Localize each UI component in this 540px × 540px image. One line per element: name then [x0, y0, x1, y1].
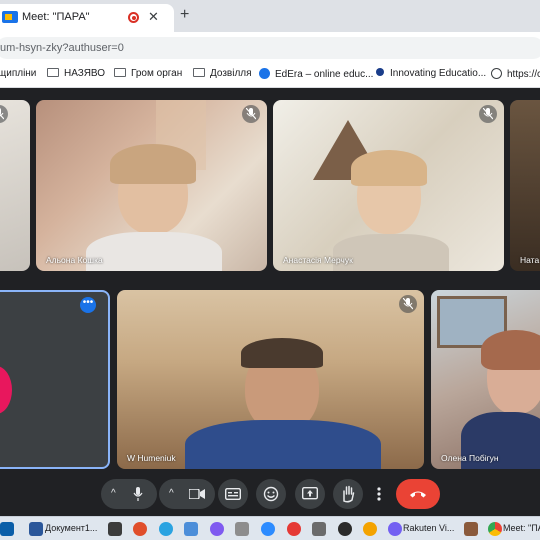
camera-icon — [189, 489, 205, 499]
app-icon[interactable] — [312, 522, 326, 536]
participant-hair — [481, 330, 540, 370]
bookmark-item[interactable]: щипліни — [0, 68, 36, 79]
participant-name: Альона Кошка — [46, 255, 103, 265]
taskbar-item-label[interactable]: Rakuten Vi... — [403, 523, 454, 533]
meet-stage: Альона Кошка Анастасія Мерчук Ната ••• W… — [0, 89, 540, 516]
app-icon[interactable] — [108, 522, 122, 536]
tab-close-button[interactable]: ✕ — [148, 9, 159, 25]
bookmark-item[interactable]: НАЗЯВО — [47, 68, 105, 79]
more-options-menu[interactable] — [371, 479, 389, 509]
app-icon[interactable] — [363, 522, 377, 536]
participant-name: Олена Побігун — [441, 453, 499, 463]
bookmark-label: щипліни — [0, 68, 37, 79]
new-tab-button[interactable]: + — [180, 6, 189, 24]
participant-name: Ната — [520, 255, 540, 265]
tab-meet[interactable]: Meet: "ПАРА" ✕ — [0, 4, 174, 32]
participant-tile[interactable]: Ната — [510, 100, 540, 271]
captions-icon — [225, 488, 241, 500]
chrome-icon[interactable] — [488, 522, 502, 536]
participant-hair — [351, 150, 427, 186]
edera-icon — [259, 68, 270, 79]
address-bar-row: um-hsyn-zky?authuser=0 — [0, 32, 540, 62]
participant-tile[interactable] — [0, 100, 30, 271]
more-vert-icon — [377, 487, 381, 501]
self-view-tile[interactable]: ••• — [0, 290, 110, 469]
folder-icon — [114, 68, 126, 77]
bookmark-label: НАЗЯВО — [64, 68, 106, 79]
dot-icon — [376, 68, 384, 76]
bookmark-label: https://c — [507, 69, 540, 80]
tab-title: Meet: "ПАРА" — [22, 11, 90, 23]
screen: Meet: "ПАРА" ✕ + um-hsyn-zky?authuser=0 … — [0, 0, 540, 540]
participant-hair — [241, 338, 323, 368]
bookmark-item[interactable]: EdEra – online educ... — [259, 68, 373, 80]
camera-app-icon[interactable] — [235, 522, 249, 536]
folder-icon — [47, 68, 59, 77]
folder-icon — [193, 68, 205, 77]
bookmark-label: Гром орган — [131, 68, 183, 79]
bookmark-item[interactable]: https://c — [491, 68, 540, 80]
app-icon[interactable] — [287, 522, 301, 536]
hang-up-icon — [410, 491, 426, 498]
browser-tabstrip: Meet: "ПАРА" ✕ + — [0, 0, 540, 32]
address-bar[interactable]: um-hsyn-zky?authuser=0 — [0, 37, 540, 59]
app-icon[interactable] — [210, 522, 224, 536]
participant-tile[interactable]: Олена Побігун — [431, 290, 540, 469]
more-options-button[interactable]: ••• — [80, 297, 96, 313]
participant-shirt — [185, 420, 381, 469]
bookmark-item[interactable]: Дозвілля — [193, 68, 252, 79]
meet-icon — [2, 11, 18, 23]
app-icon[interactable] — [133, 522, 147, 536]
present-icon — [302, 487, 318, 500]
hand-icon — [343, 485, 355, 503]
os-taskbar: Документ1... Rakuten Vi... Meet: "ПАРА" — [0, 516, 540, 540]
meeting-controls: ^ ^ — [0, 479, 540, 517]
zoom-icon[interactable] — [261, 522, 275, 536]
chevron-up-icon[interactable]: ^ — [111, 488, 116, 499]
present-screen-button[interactable] — [295, 479, 325, 509]
camera-control[interactable]: ^ — [159, 479, 215, 509]
app-icon[interactable] — [338, 522, 352, 536]
globe-icon — [491, 68, 502, 79]
bookmark-label: EdEra – online educ... — [275, 69, 374, 80]
bookmark-label: Дозвілля — [210, 68, 252, 79]
participant-tile[interactable]: Анастасія Мерчук — [273, 100, 504, 271]
leave-call-button[interactable] — [396, 479, 440, 509]
captions-button[interactable] — [218, 479, 248, 509]
participant-name: W Humeniuk — [127, 453, 176, 463]
viber-icon[interactable] — [388, 522, 402, 536]
chevron-up-icon[interactable]: ^ — [169, 488, 174, 499]
participant-tile[interactable]: Альона Кошка — [36, 100, 267, 271]
participant-tile[interactable]: W Humeniuk — [117, 290, 424, 469]
microphone-control[interactable]: ^ — [101, 479, 157, 509]
bookmark-item[interactable]: Innovating Educatio... — [376, 68, 486, 79]
muted-mic-icon — [479, 105, 497, 123]
taskbar-item-label[interactable]: Документ1... — [45, 523, 97, 533]
muted-mic-icon — [242, 105, 260, 123]
app-icon[interactable] — [464, 522, 478, 536]
bookmarks-bar: щипліни НАЗЯВО Гром орган Дозвілля EdEra… — [0, 62, 540, 88]
taskbar-item-label[interactable]: Meet: "ПАРА" — [503, 523, 540, 533]
raise-hand-button[interactable] — [333, 479, 363, 509]
participant-shirt — [333, 234, 449, 271]
microphone-icon — [133, 487, 143, 501]
bookmark-label: Innovating Educatio... — [390, 68, 487, 79]
participant-shirt — [86, 232, 222, 271]
participant-hair — [110, 144, 196, 184]
word-icon[interactable] — [29, 522, 43, 536]
recording-icon — [128, 12, 139, 23]
emoji-icon — [263, 486, 279, 502]
reactions-button[interactable] — [256, 479, 286, 509]
self-avatar — [0, 366, 12, 414]
bookmark-item[interactable]: Гром орган — [114, 68, 182, 79]
app-icon[interactable] — [0, 522, 14, 536]
participant-name: Анастасія Мерчук — [283, 255, 353, 265]
muted-mic-icon — [399, 295, 417, 313]
app-icon[interactable] — [184, 522, 198, 536]
telegram-icon[interactable] — [159, 522, 173, 536]
muted-mic-icon — [0, 105, 8, 123]
